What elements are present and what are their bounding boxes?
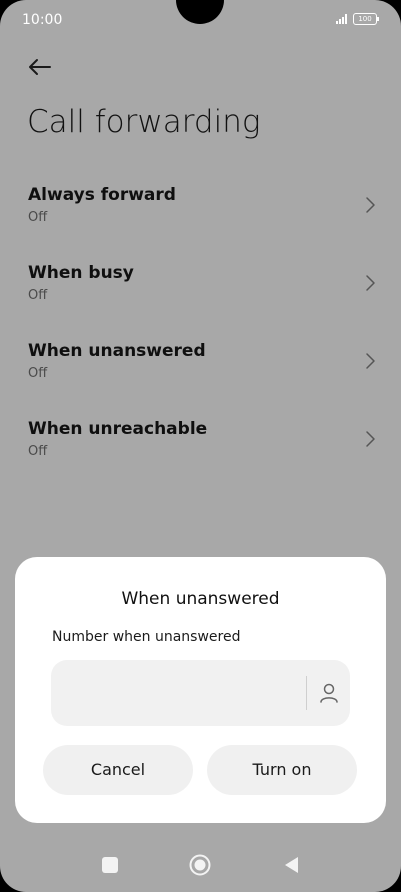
arrow-left-icon: [29, 59, 51, 75]
list-item-status: Off: [28, 288, 48, 303]
signal-icon: [336, 14, 347, 24]
list-item-when-unreachable[interactable]: When unreachable Off: [0, 402, 401, 480]
forwarding-dialog: When unanswered Number when unanswered C…: [15, 557, 386, 823]
cancel-button[interactable]: Cancel: [43, 745, 193, 795]
triangle-icon[interactable]: [282, 855, 300, 875]
forward-number-input[interactable]: [65, 674, 299, 712]
list-item-status: Off: [28, 366, 48, 381]
phone-screen: 10:00 100 Call forwarding Always forward…: [0, 0, 401, 892]
field-divider: [306, 676, 307, 710]
chevron-right-icon: [366, 353, 375, 369]
camera-notch: [176, 0, 224, 24]
list-item-when-busy[interactable]: When busy Off: [0, 246, 401, 324]
dialog-title: When unanswered: [121, 589, 280, 609]
forwarding-options-list: Always forward Off When busy Off When un…: [0, 168, 401, 480]
list-item-status: Off: [28, 444, 48, 459]
list-item-title: When unanswered: [28, 341, 206, 361]
status-icons: 100: [336, 13, 379, 25]
person-icon: [320, 683, 338, 703]
navigation-bar: [0, 840, 401, 892]
back-button[interactable]: [24, 52, 56, 84]
list-item-always-forward[interactable]: Always forward Off: [0, 168, 401, 246]
list-item-title: When busy: [28, 263, 134, 283]
chevron-right-icon: [366, 275, 375, 291]
number-field: [51, 660, 350, 726]
field-label: Number when unanswered: [52, 629, 241, 645]
chevron-right-icon: [366, 197, 375, 213]
turn-on-button[interactable]: Turn on: [207, 745, 357, 795]
battery-icon: 100: [353, 13, 379, 25]
page-title: Call forwarding: [27, 104, 261, 140]
chevron-right-icon: [366, 431, 375, 447]
list-item-status: Off: [28, 210, 48, 225]
list-item-title: Always forward: [28, 185, 176, 205]
list-item-when-unanswered[interactable]: When unanswered Off: [0, 324, 401, 402]
square-icon[interactable]: [102, 857, 118, 873]
contact-picker-button[interactable]: [315, 680, 343, 706]
circle-icon[interactable]: [188, 853, 212, 877]
status-time: 10:00: [22, 12, 63, 28]
list-item-title: When unreachable: [28, 419, 208, 439]
